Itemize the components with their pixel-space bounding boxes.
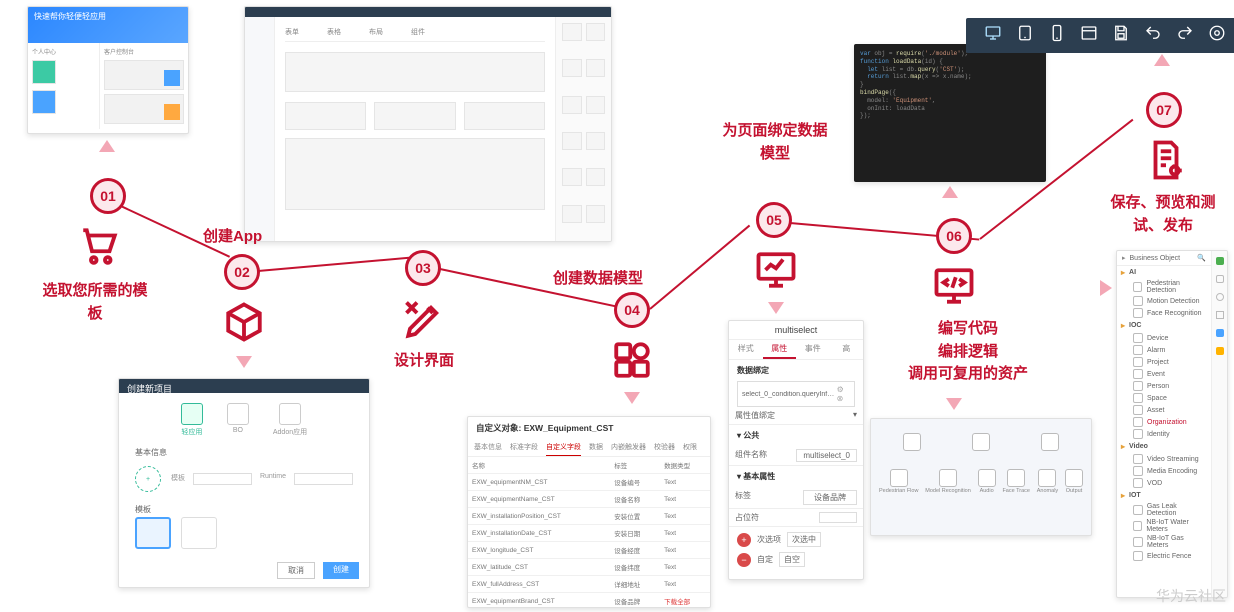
tablet-icon[interactable] — [1016, 24, 1034, 47]
step-badge-07: 07 — [1146, 92, 1182, 128]
step-label-04: 创建数据模型 — [553, 268, 643, 291]
step-badge-06: 06 — [936, 218, 972, 254]
save-icon[interactable] — [1112, 24, 1130, 47]
step-label-07: 保存、预览和测试、发布 — [1108, 192, 1218, 237]
step-badge-04: 04 — [614, 292, 650, 328]
phone-icon[interactable] — [1048, 24, 1066, 47]
bo-tree-thumb: ▸Business Object🔍 AI Pedestrian Detectio… — [1116, 250, 1228, 598]
undo-icon[interactable] — [1144, 24, 1162, 47]
step-badge-03: 03 — [405, 250, 441, 286]
step-badge-05: 05 — [756, 202, 792, 238]
custom-object-thumb: 自定义对象: EXW_Equipment_CST 基本信息 标准字段 自定义字段… — [467, 416, 711, 608]
template-gallery-thumb: 快速帮你轻便轻应用 个人中心 客户控制台 — [27, 6, 189, 134]
flow-designer-thumb: Pedestrian Flow Model Recognition Audio … — [870, 418, 1092, 536]
redo-icon[interactable] — [1176, 24, 1194, 47]
step-label-03: 设计界面 — [394, 350, 454, 373]
bind-panel-thumb: multiselect 样式 属性 事件 高 数据绑定 select_0_con… — [728, 320, 864, 580]
step-badge-02: 02 — [224, 254, 260, 290]
grid-icon — [608, 336, 656, 384]
cart-icon — [75, 222, 123, 270]
chart-screen-icon — [752, 246, 800, 294]
pencil-ruler-icon — [400, 296, 448, 344]
watermark: 华为云社区 — [1156, 586, 1226, 606]
page-designer-thumb: 表单 表格 布局 组件 — [244, 6, 612, 242]
step-label-06: 编写代码 编排逻辑 调用可复用的资产 — [900, 318, 1036, 386]
step-badge-01: 01 — [90, 178, 126, 214]
step-label-02: 创建App — [203, 226, 262, 249]
preview-icon[interactable] — [1208, 24, 1226, 47]
code-editor-thumb: var obj = require('./module'); function … — [854, 44, 1046, 182]
create-project-thumb: 创建新项目 轻应用 BO Addon应用 基本信息 + 模板 Runtime 模… — [118, 378, 370, 588]
monitor-icon[interactable] — [984, 24, 1002, 47]
preview-toolbar — [966, 18, 1234, 53]
step-label-01: 选取您所需的模板 — [40, 280, 150, 325]
layout-icon[interactable] — [1080, 24, 1098, 47]
code-screen-icon — [930, 262, 978, 310]
box-icon — [220, 298, 268, 346]
doc-gear-icon — [1142, 136, 1190, 184]
step-label-05: 为页面绑定数据模型 — [720, 120, 830, 165]
